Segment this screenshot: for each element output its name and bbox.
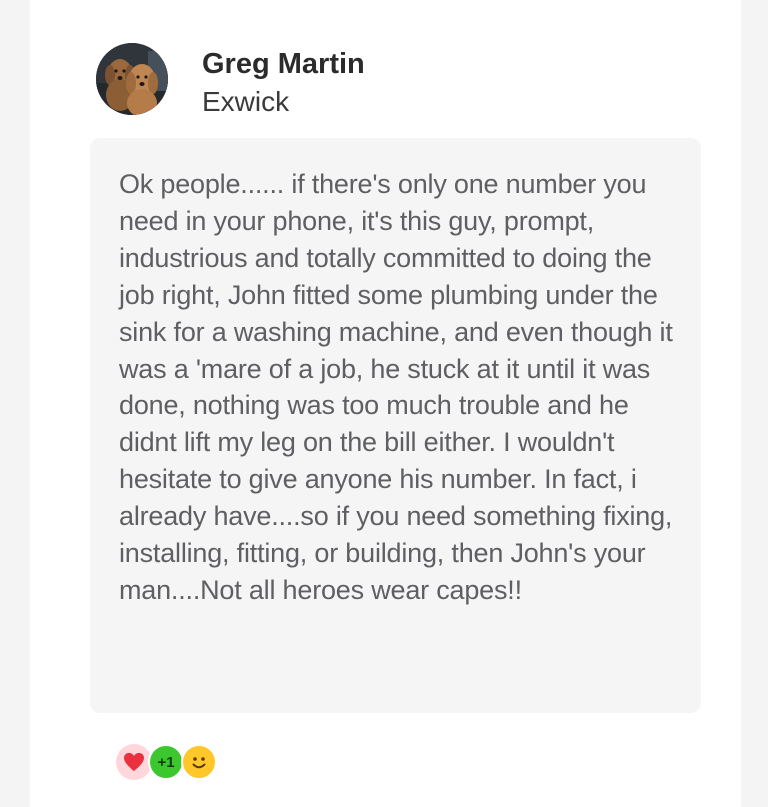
heart-icon [124, 752, 144, 772]
smile-icon [192, 757, 206, 769]
reaction-plus-one[interactable]: +1 [148, 744, 184, 780]
reaction-heart[interactable] [116, 744, 152, 780]
author-location: Exwick [202, 86, 290, 117]
reaction-smile[interactable] [181, 744, 217, 780]
avatar-dogs-photo [96, 43, 168, 115]
review-text: Ok people...... if there's only one numb… [119, 169, 673, 605]
author-avatar[interactable] [96, 43, 168, 115]
review-body: Ok people...... if there's only one numb… [90, 138, 701, 713]
author-name[interactable]: Greg Martin [202, 44, 365, 84]
review-card: Greg Martin Exwick Ok people...... if th… [30, 0, 741, 807]
reactions-bar[interactable]: +1 [116, 744, 226, 782]
plus-one-icon: +1 [157, 753, 175, 771]
